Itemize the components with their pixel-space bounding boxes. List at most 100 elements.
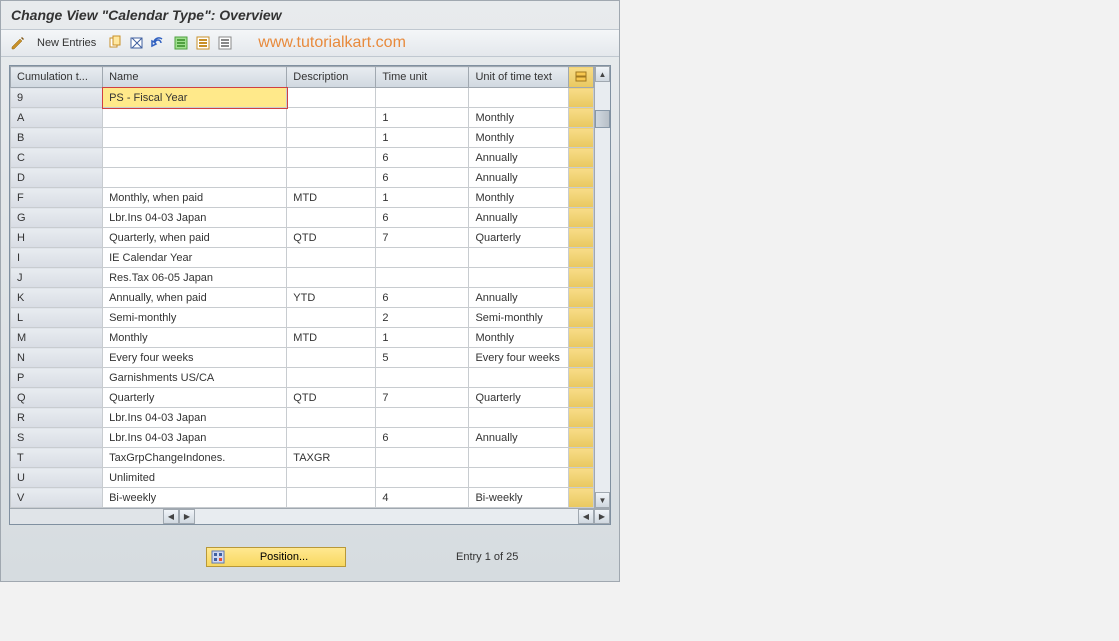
- table-row[interactable]: UUnlimited: [11, 468, 594, 488]
- row-selector[interactable]: [568, 468, 593, 488]
- cell-name[interactable]: Unlimited: [103, 468, 287, 488]
- cell-name[interactable]: Bi-weekly: [103, 488, 287, 508]
- cell-unit-text[interactable]: [469, 268, 568, 288]
- cell-unit-text[interactable]: Annually: [469, 168, 568, 188]
- cell-unit-text[interactable]: [469, 408, 568, 428]
- select-all-icon[interactable]: [172, 34, 190, 52]
- cell-name[interactable]: [103, 128, 287, 148]
- cell-time-unit[interactable]: 6: [376, 208, 469, 228]
- table-row[interactable]: FMonthly, when paidMTD1Monthly: [11, 188, 594, 208]
- scroll-down-button[interactable]: ▼: [595, 492, 610, 508]
- cell-unit-text[interactable]: [469, 248, 568, 268]
- row-selector[interactable]: [568, 208, 593, 228]
- cell-description[interactable]: [287, 268, 376, 288]
- cell-description[interactable]: [287, 348, 376, 368]
- cell-description[interactable]: [287, 308, 376, 328]
- cell-unit-text[interactable]: Every four weeks: [469, 348, 568, 368]
- row-selector[interactable]: [568, 108, 593, 128]
- cell-name[interactable]: Annually, when paid: [103, 288, 287, 308]
- cell-name[interactable]: Monthly: [103, 328, 287, 348]
- cell-unit-text[interactable]: Annually: [469, 428, 568, 448]
- col-header-description[interactable]: Description: [287, 67, 376, 88]
- cell-cumulation[interactable]: K: [11, 288, 103, 308]
- cell-unit-text[interactable]: Bi-weekly: [469, 488, 568, 508]
- cell-name[interactable]: [103, 148, 287, 168]
- cell-cumulation[interactable]: B: [11, 128, 103, 148]
- cell-name[interactable]: [103, 168, 287, 188]
- cell-time-unit[interactable]: 7: [376, 228, 469, 248]
- row-selector[interactable]: [568, 128, 593, 148]
- cell-time-unit[interactable]: 1: [376, 128, 469, 148]
- cell-time-unit[interactable]: [376, 88, 469, 108]
- cell-time-unit[interactable]: [376, 448, 469, 468]
- copy-icon[interactable]: [106, 34, 124, 52]
- position-button[interactable]: Position...: [206, 547, 346, 567]
- table-row[interactable]: IIE Calendar Year: [11, 248, 594, 268]
- cell-unit-text[interactable]: [469, 468, 568, 488]
- col-header-name[interactable]: Name: [103, 67, 287, 88]
- cell-cumulation[interactable]: G: [11, 208, 103, 228]
- cell-unit-text[interactable]: Monthly: [469, 128, 568, 148]
- cell-cumulation[interactable]: H: [11, 228, 103, 248]
- cell-cumulation[interactable]: I: [11, 248, 103, 268]
- row-selector[interactable]: [568, 288, 593, 308]
- table-row[interactable]: LSemi-monthly2Semi-monthly: [11, 308, 594, 328]
- cell-cumulation[interactable]: 9: [11, 88, 103, 108]
- cell-description[interactable]: [287, 168, 376, 188]
- cell-cumulation[interactable]: M: [11, 328, 103, 348]
- cell-description[interactable]: [287, 148, 376, 168]
- cell-time-unit[interactable]: [376, 368, 469, 388]
- cell-unit-text[interactable]: [469, 448, 568, 468]
- scroll-left-button-2[interactable]: ◀: [578, 509, 594, 524]
- row-selector[interactable]: [568, 308, 593, 328]
- cell-cumulation[interactable]: A: [11, 108, 103, 128]
- cell-description[interactable]: MTD: [287, 188, 376, 208]
- cell-cumulation[interactable]: S: [11, 428, 103, 448]
- cell-time-unit[interactable]: 6: [376, 148, 469, 168]
- cell-time-unit[interactable]: [376, 268, 469, 288]
- cell-cumulation[interactable]: D: [11, 168, 103, 188]
- cell-cumulation[interactable]: U: [11, 468, 103, 488]
- cell-cumulation[interactable]: J: [11, 268, 103, 288]
- table-row[interactable]: A1Monthly: [11, 108, 594, 128]
- row-selector[interactable]: [568, 368, 593, 388]
- cell-description[interactable]: MTD: [287, 328, 376, 348]
- row-selector[interactable]: [568, 88, 593, 108]
- cell-unit-text[interactable]: Annually: [469, 288, 568, 308]
- cell-unit-text[interactable]: Quarterly: [469, 228, 568, 248]
- horizontal-scrollbar[interactable]: ◀ ▶ ◀ ▶: [10, 508, 610, 524]
- hscroll-track[interactable]: [195, 509, 578, 524]
- col-header-select-all[interactable]: [568, 67, 593, 88]
- cell-cumulation[interactable]: C: [11, 148, 103, 168]
- cell-cumulation[interactable]: T: [11, 448, 103, 468]
- cell-name[interactable]: TaxGrpChangeIndones.: [103, 448, 287, 468]
- row-selector[interactable]: [568, 268, 593, 288]
- cell-unit-text[interactable]: Quarterly: [469, 388, 568, 408]
- cell-time-unit[interactable]: 1: [376, 188, 469, 208]
- scroll-up-button[interactable]: ▲: [595, 66, 610, 82]
- cell-time-unit[interactable]: 6: [376, 168, 469, 188]
- table-row[interactable]: TTaxGrpChangeIndones.TAXGR: [11, 448, 594, 468]
- table-row[interactable]: SLbr.Ins 04-03 Japan 6Annually: [11, 428, 594, 448]
- row-selector[interactable]: [568, 408, 593, 428]
- cell-name[interactable]: Monthly, when paid: [103, 188, 287, 208]
- cell-cumulation[interactable]: N: [11, 348, 103, 368]
- cell-description[interactable]: [287, 88, 376, 108]
- cell-name[interactable]: IE Calendar Year: [103, 248, 287, 268]
- cell-description[interactable]: [287, 368, 376, 388]
- cell-description[interactable]: TAXGR: [287, 448, 376, 468]
- cell-name[interactable]: Lbr.Ins 04-03 Japan: [103, 428, 287, 448]
- cell-time-unit[interactable]: 6: [376, 428, 469, 448]
- cell-time-unit[interactable]: 5: [376, 348, 469, 368]
- cell-time-unit[interactable]: [376, 408, 469, 428]
- cell-time-unit[interactable]: 1: [376, 108, 469, 128]
- cell-description[interactable]: [287, 248, 376, 268]
- row-selector[interactable]: [568, 228, 593, 248]
- col-header-cumulation[interactable]: Cumulation t...: [11, 67, 103, 88]
- row-selector[interactable]: [568, 448, 593, 468]
- cell-time-unit[interactable]: 4: [376, 488, 469, 508]
- cell-cumulation[interactable]: L: [11, 308, 103, 328]
- cell-name[interactable]: Semi-monthly: [103, 308, 287, 328]
- col-header-unit-text[interactable]: Unit of time text: [469, 67, 568, 88]
- cell-time-unit[interactable]: 2: [376, 308, 469, 328]
